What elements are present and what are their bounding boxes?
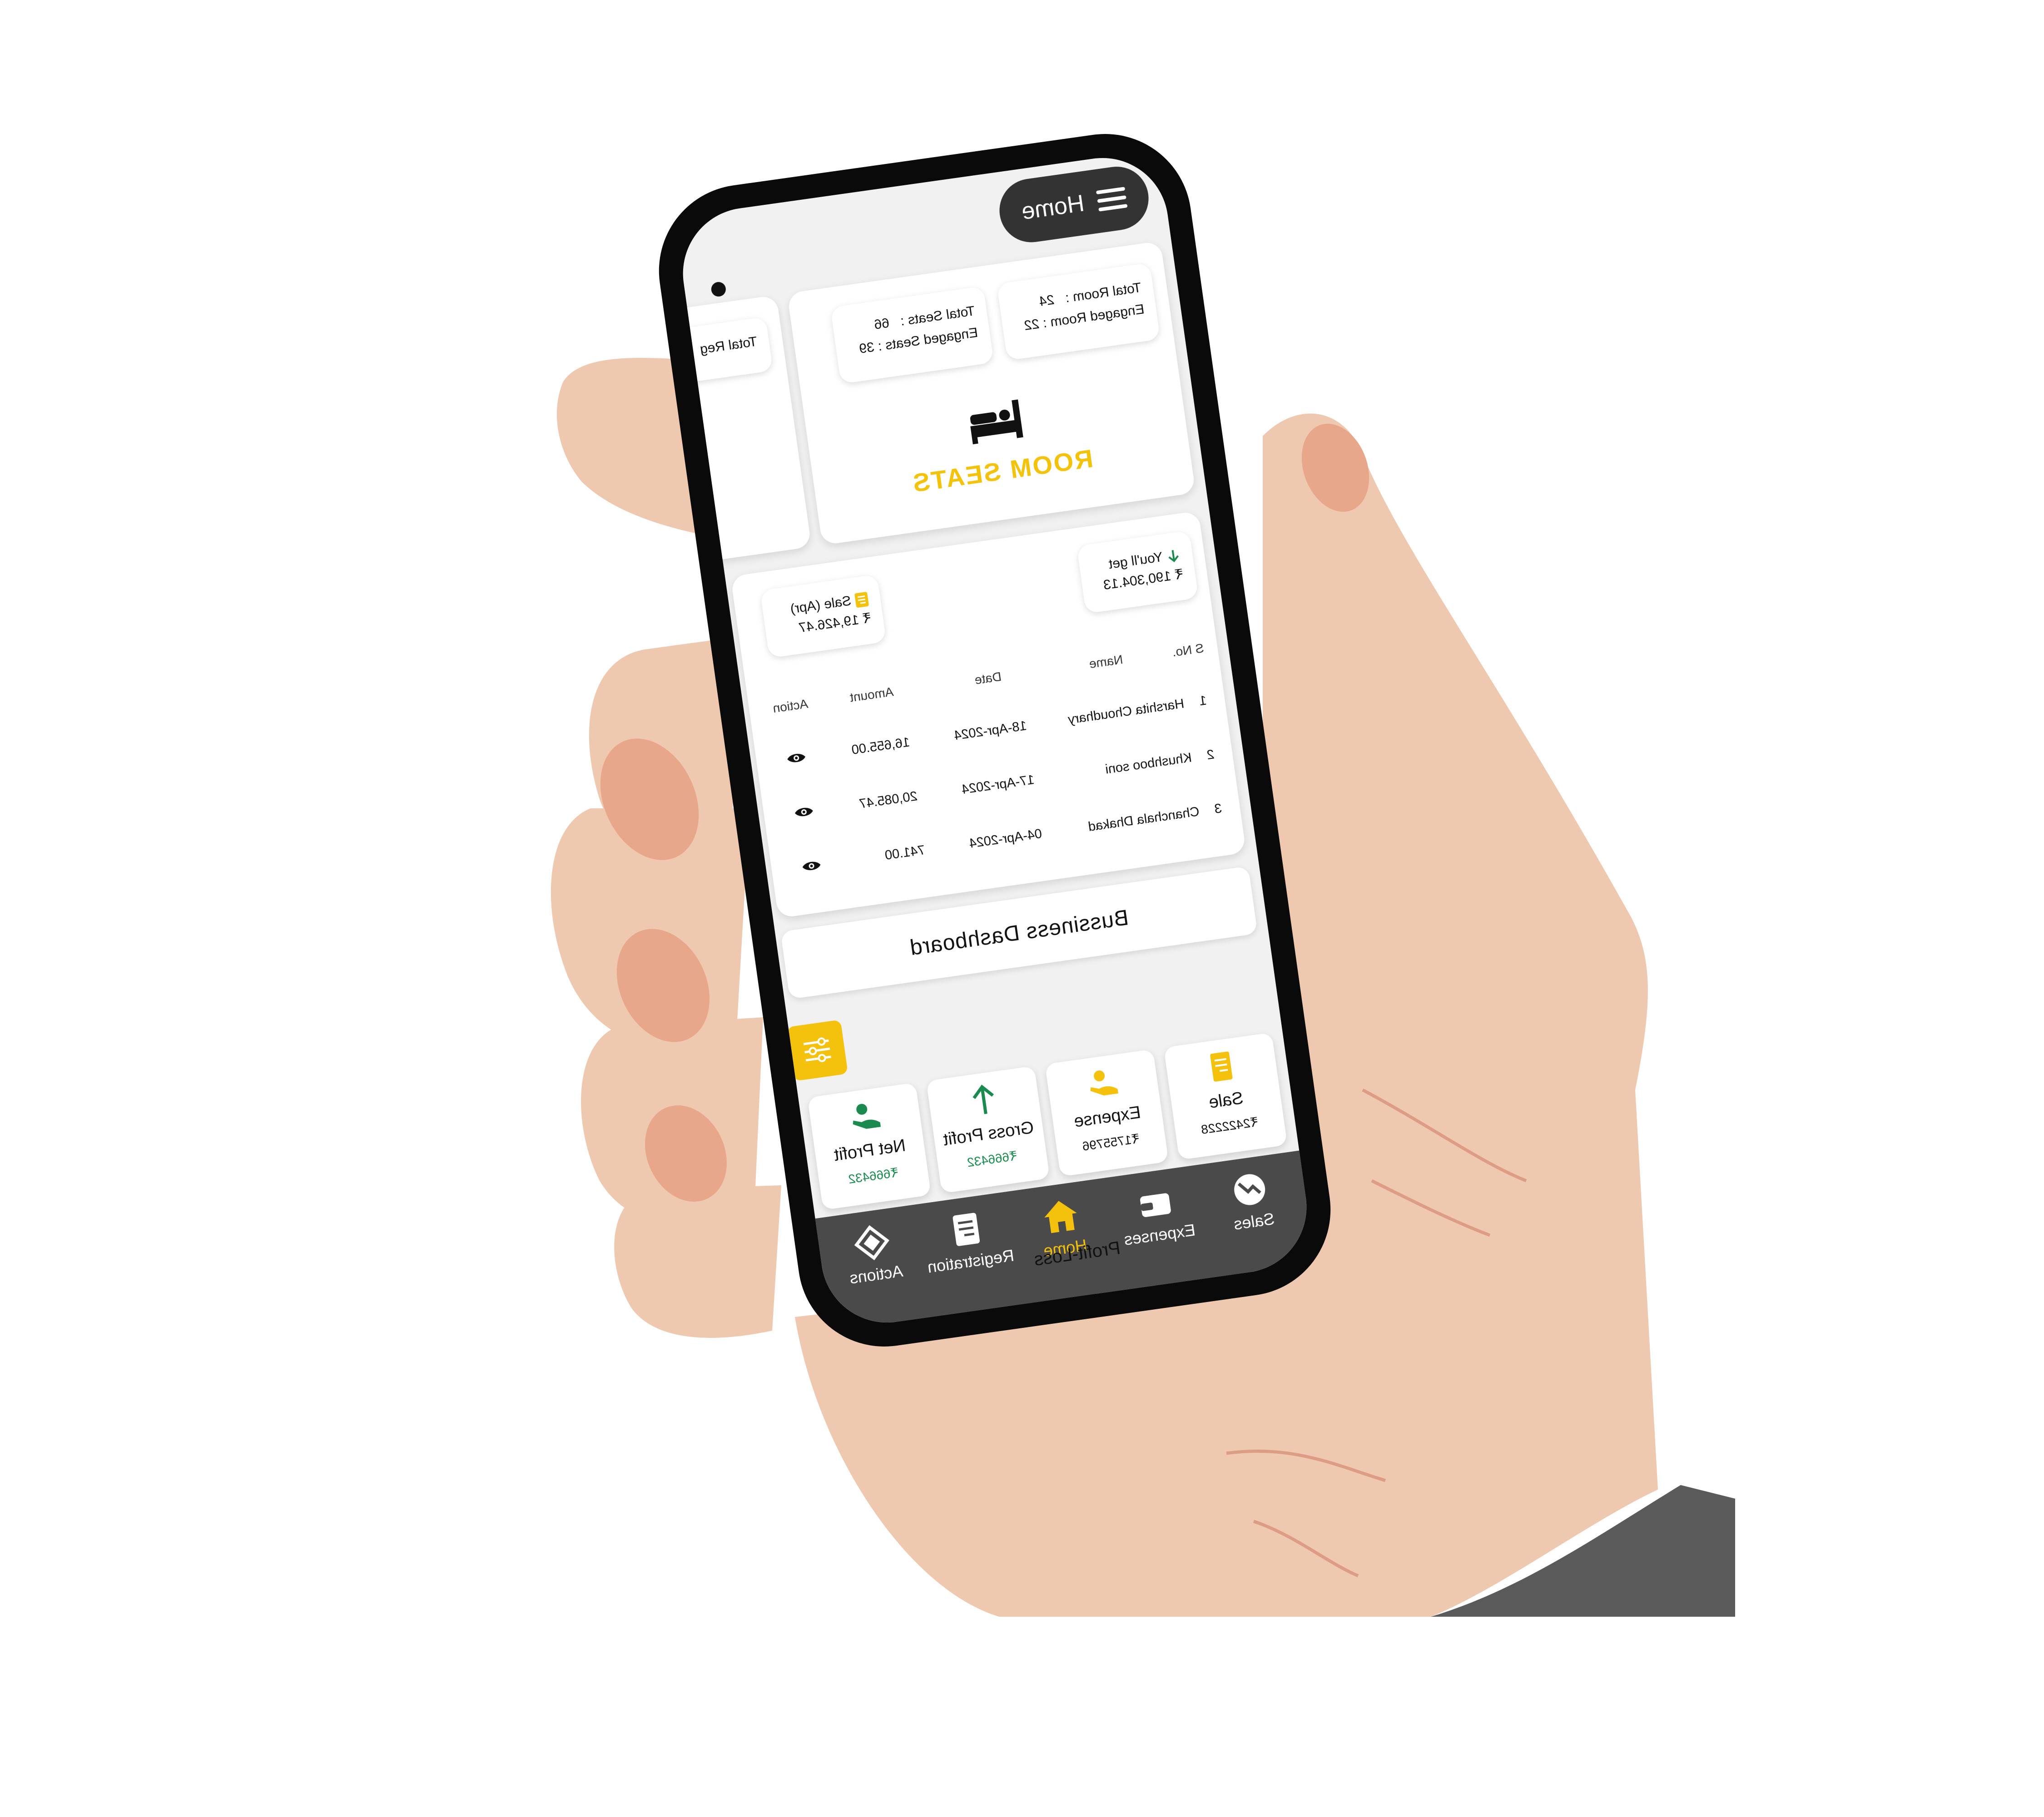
you-get-box[interactable]: You'll get ₹ 190,304.13: [1077, 530, 1199, 614]
row-name: Khushboo soni: [1104, 750, 1193, 777]
hand-money-icon: [853, 1104, 881, 1129]
expense-tile-label: Expense: [1072, 1103, 1142, 1131]
row-date: 04-Apr-2024: [968, 826, 1043, 851]
header-sno: S No.: [1171, 641, 1205, 659]
home-header[interactable]: Home: [995, 162, 1153, 247]
arrow-up-icon: [972, 1084, 994, 1114]
row-name: Chanchala Dhakad: [1087, 804, 1201, 835]
document-icon: [953, 1213, 980, 1246]
engaged-room-value: 22: [1023, 316, 1041, 333]
nav-actions-label: Actions: [848, 1261, 904, 1287]
arrow-down-icon: [1168, 550, 1179, 563]
trend-icon: [1234, 1174, 1265, 1205]
hand-coin-icon: [1090, 1070, 1118, 1096]
view-eye-icon[interactable]: [801, 858, 822, 874]
view-eye-icon[interactable]: [785, 750, 807, 766]
seat-stat: Total Seats : 66 Engaged Seats : 39: [830, 286, 994, 384]
nav-expenses[interactable]: Expenses: [1108, 1178, 1206, 1251]
net-profit-tile-label: Net Profit: [833, 1136, 907, 1165]
recent-sales-card: You'll get ₹ 190,304.13 Sale (Apr) ₹ 19,…: [730, 510, 1246, 919]
room-seats-card[interactable]: Total Room : 24 Engaged Room : 22 Total …: [787, 241, 1196, 545]
sliders-icon: [803, 1037, 831, 1062]
row-sno: 3: [1213, 801, 1223, 817]
header-title: Home: [1020, 190, 1086, 225]
row-sno: 1: [1198, 693, 1208, 709]
gross-profit-tile-label: Gross Profit: [942, 1118, 1035, 1150]
gross-profit-tile[interactable]: Gross Profit ₹666432: [926, 1065, 1050, 1193]
header-name: Name: [1088, 652, 1124, 671]
header-amount: Amount: [849, 684, 895, 705]
sale-tile[interactable]: Sale ₹2422228: [1163, 1032, 1288, 1160]
registration-card[interactable]: Total Reg: [674, 295, 812, 572]
nav-registration[interactable]: Registration: [919, 1205, 1017, 1277]
nav-actions[interactable]: Actions: [824, 1218, 923, 1291]
room-stat: Total Room : 24 Engaged Room : 22: [997, 262, 1161, 361]
nav-registration-label: Registration: [926, 1246, 1016, 1277]
view-eye-icon[interactable]: [793, 804, 814, 820]
total-room-value: 24: [1038, 292, 1056, 309]
filter-button[interactable]: [786, 1020, 848, 1081]
header-date: Date: [973, 669, 1002, 687]
receipt-icon: [854, 592, 869, 608]
expense-tile[interactable]: Expense ₹1755796: [1045, 1049, 1169, 1177]
row-date: 18-Apr-2024: [953, 718, 1028, 743]
row-name: Harshita Choudhary: [1067, 696, 1186, 727]
home-icon: [1044, 1201, 1077, 1233]
row-amount: 20,085.47: [858, 789, 918, 812]
nav-sales[interactable]: Sales: [1202, 1165, 1300, 1238]
bed-icon: [970, 399, 1023, 445]
sale-apr-box[interactable]: Sale (Apr) ₹ 19,426.47: [760, 574, 887, 658]
header-action: Action: [772, 696, 809, 716]
row-amount: 741.00: [884, 842, 926, 863]
engaged-seats-value: 39: [858, 339, 876, 356]
nav-expenses-label: Expenses: [1122, 1220, 1197, 1249]
menu-icon[interactable]: [1096, 187, 1128, 212]
total-seats-value: 66: [873, 315, 891, 332]
nav-sales-label: Sales: [1232, 1209, 1276, 1233]
total-registration-label: Total Reg: [699, 334, 758, 357]
room-seats-title: ROOM SEATS: [909, 444, 1095, 498]
row-amount: 16,655.00: [850, 735, 911, 757]
registration-stat: Total Reg: [674, 317, 773, 391]
finger-4: [614, 1185, 781, 1338]
receipt-icon: [1210, 1051, 1233, 1082]
actions-icon: [854, 1225, 889, 1261]
sale-tile-label: Sale: [1207, 1088, 1245, 1112]
net-profit-tile[interactable]: Net Profit ₹666432: [807, 1082, 931, 1210]
row-sno: 2: [1206, 747, 1215, 763]
wallet-icon: [1140, 1193, 1171, 1217]
row-date: 17-Apr-2024: [961, 772, 1036, 797]
